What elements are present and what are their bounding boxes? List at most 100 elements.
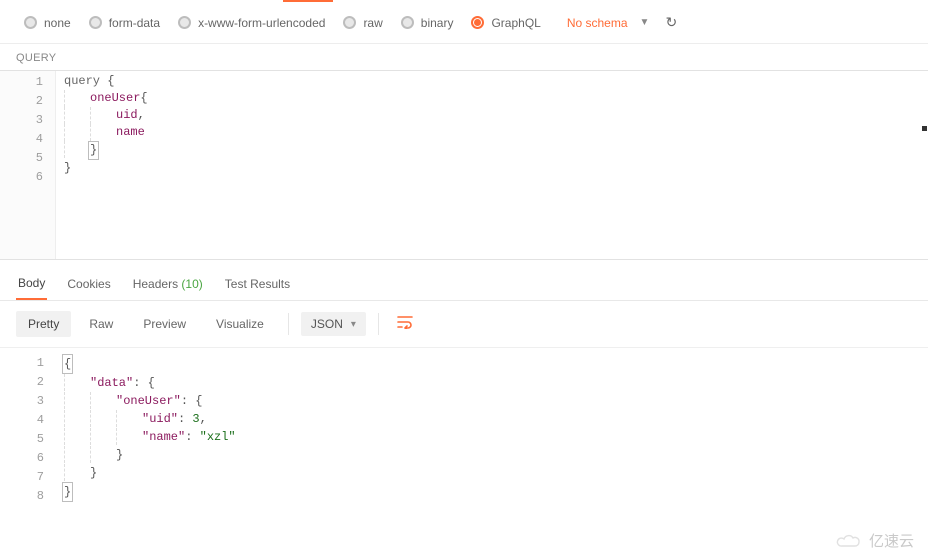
code-line: } bbox=[64, 464, 236, 482]
refresh-icon[interactable]: ↻ bbox=[661, 14, 681, 31]
body-type-binary[interactable]: binary bbox=[401, 16, 454, 30]
code-token: { bbox=[107, 73, 114, 90]
watermark-text: 亿速云 bbox=[869, 530, 914, 551]
indent-guide bbox=[90, 124, 116, 141]
line-number: 1 bbox=[0, 354, 56, 373]
code-token: : { bbox=[181, 392, 203, 410]
response-tab-test-results[interactable]: Test Results bbox=[223, 271, 292, 299]
radio-label: GraphQL bbox=[491, 16, 540, 30]
response-tab-headers[interactable]: Headers (10) bbox=[131, 271, 205, 299]
indent-guide bbox=[90, 428, 116, 445]
toolbar-separator bbox=[378, 313, 379, 335]
code-line: "name": "xzl" bbox=[64, 428, 236, 446]
code-token: } bbox=[62, 482, 73, 502]
scrollbar-marker bbox=[922, 126, 927, 131]
code-line: } bbox=[64, 446, 236, 464]
code-token: } bbox=[88, 141, 99, 160]
line-number: 4 bbox=[0, 130, 55, 149]
chevron-down-icon[interactable]: ▼ bbox=[636, 17, 654, 28]
indent-guide bbox=[90, 446, 116, 463]
code-line: oneUser{ bbox=[64, 90, 148, 107]
code-line: } bbox=[64, 482, 236, 502]
code-token: uid bbox=[116, 107, 138, 124]
code-token: "uid" bbox=[142, 410, 178, 428]
radio-label: raw bbox=[363, 16, 382, 30]
indent-guide bbox=[64, 141, 90, 158]
view-mode-raw[interactable]: Raw bbox=[77, 311, 125, 337]
body-type-row: none form-data x-www-form-urlencoded raw bin… bbox=[0, 0, 928, 43]
indent-guide bbox=[64, 90, 90, 107]
indent-guide bbox=[90, 107, 116, 124]
tab-label: Body bbox=[18, 276, 45, 290]
code-token: : { bbox=[133, 374, 155, 392]
no-schema-label[interactable]: No schema bbox=[567, 16, 628, 30]
format-label: JSON bbox=[311, 317, 343, 331]
code-line: query { bbox=[64, 73, 148, 90]
code-line: "uid": 3, bbox=[64, 410, 236, 428]
line-number: 5 bbox=[0, 149, 55, 168]
body-type-graphql[interactable]: GraphQL bbox=[471, 16, 540, 30]
code-token: { bbox=[140, 90, 147, 107]
body-type-raw[interactable]: raw bbox=[343, 16, 382, 30]
top-accent-bar bbox=[283, 0, 333, 2]
view-mode-visualize[interactable]: Visualize bbox=[204, 311, 276, 337]
schema-controls: No schema ▼ ↻ bbox=[567, 14, 681, 31]
line-number: 2 bbox=[0, 92, 55, 111]
radio-dot-icon bbox=[24, 16, 37, 29]
watermark: 亿速云 bbox=[835, 530, 914, 551]
code-token: "name" bbox=[142, 428, 185, 446]
view-mode-preview[interactable]: Preview bbox=[131, 311, 198, 337]
tab-count: (10) bbox=[178, 277, 203, 291]
line-number: 2 bbox=[0, 373, 56, 392]
code-line: } bbox=[64, 141, 148, 160]
code-token: , bbox=[138, 107, 145, 124]
line-number: 7 bbox=[0, 468, 56, 487]
radio-dot-icon bbox=[178, 16, 191, 29]
format-select[interactable]: JSON▾ bbox=[301, 312, 366, 336]
code-line: "data": { bbox=[64, 374, 236, 392]
view-mode-pretty[interactable]: Pretty bbox=[16, 311, 71, 337]
response-tabs: Body Cookies Headers (10) Test Results bbox=[0, 260, 928, 301]
code-token: query bbox=[64, 73, 107, 90]
indent-guide bbox=[64, 392, 90, 409]
indent-guide bbox=[90, 410, 116, 427]
body-type-none[interactable]: none bbox=[24, 16, 71, 30]
response-gutter: 12345678 bbox=[0, 352, 56, 506]
query-code[interactable]: query {oneUser{uid,name}} bbox=[56, 71, 148, 259]
query-gutter: 123456 bbox=[0, 71, 56, 259]
line-number: 4 bbox=[0, 411, 56, 430]
wrap-lines-icon[interactable] bbox=[391, 311, 419, 337]
line-number: 6 bbox=[0, 168, 55, 187]
code-token: : bbox=[185, 428, 199, 446]
radio-label: binary bbox=[421, 16, 454, 30]
code-line: name bbox=[64, 124, 148, 141]
code-line: { bbox=[64, 354, 236, 374]
indent-guide bbox=[64, 124, 90, 141]
radio-label: form-data bbox=[109, 16, 160, 30]
line-number: 5 bbox=[0, 430, 56, 449]
code-token: } bbox=[64, 160, 71, 177]
tab-label: Headers bbox=[133, 277, 178, 291]
tab-label: Test Results bbox=[225, 277, 290, 291]
response-tab-cookies[interactable]: Cookies bbox=[65, 271, 112, 299]
code-token: "xzl" bbox=[200, 428, 236, 446]
query-editor[interactable]: 123456 query {oneUser{uid,name}} bbox=[0, 70, 928, 260]
radio-dot-icon bbox=[89, 16, 102, 29]
line-number: 8 bbox=[0, 487, 56, 506]
code-token: { bbox=[62, 354, 73, 374]
tab-label: Cookies bbox=[67, 277, 110, 291]
radio-label: none bbox=[44, 16, 71, 30]
body-type-x-www-form-urlencoded[interactable]: x-www-form-urlencoded bbox=[178, 16, 325, 30]
response-editor[interactable]: 12345678 {"data": {"oneUser": {"uid": 3,… bbox=[0, 348, 928, 506]
line-number: 3 bbox=[0, 111, 55, 130]
query-section-label: QUERY bbox=[0, 43, 928, 70]
toolbar-separator bbox=[288, 313, 289, 335]
body-type-form-data[interactable]: form-data bbox=[89, 16, 160, 30]
radio-label: x-www-form-urlencoded bbox=[198, 16, 325, 30]
code-token: : bbox=[178, 410, 192, 428]
code-line: uid, bbox=[64, 107, 148, 124]
indent-guide bbox=[116, 428, 142, 445]
response-code[interactable]: {"data": {"oneUser": {"uid": 3,"name": "… bbox=[56, 352, 236, 506]
response-tab-body[interactable]: Body bbox=[16, 270, 47, 300]
indent-guide bbox=[64, 107, 90, 124]
